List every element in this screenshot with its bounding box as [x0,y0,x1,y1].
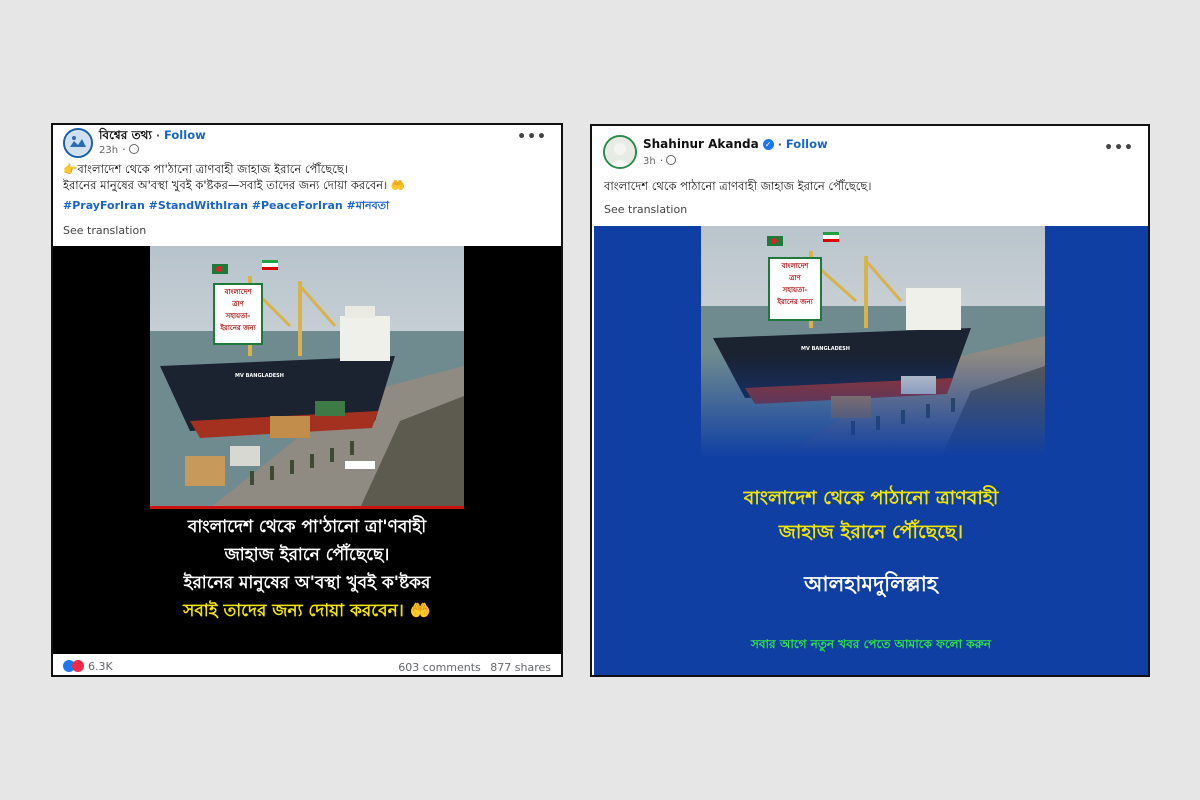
post-time[interactable]: 3h [643,156,656,167]
banner-line: বাংলাদেশ [781,262,809,270]
post-text: 👉বাংলাদেশ থেকে পা'ঠানো ত্রাণবাহী জাহাজ ই… [53,159,561,193]
ship-banner: বাংলাদেশ ত্রাণ সহায়তা- ইরানের জন্য [214,286,262,334]
banner-line: ত্রাণ [232,300,244,308]
banner-line: সহায়তা- [225,312,251,320]
relief-ship-photo: MV BANGLADESH বাংলাদেশ ত্রাণ সহায়তা- ইর… [701,226,1045,458]
banner-line: সহায়তা- [782,286,808,294]
banner-line: ইরানের জন্য [220,324,256,332]
post-image[interactable]: MV BANGLADESH বাংলাদেশ ত্রাণ সহায়তা- ইর… [594,226,1148,675]
ship-banner: বাংলাদেশ ত্রাণ সহায়তা- ইরানের জন্য [769,260,821,308]
image-caption-line: সবাই তাদের জন্য দোয়া করবেন। 🤲 [183,601,431,621]
image-caption-line: বাংলাদেশ থেকে পাঠানো ত্রাণবাহী [743,487,999,509]
post-text-line: 👉বাংলাদেশ থেকে পা'ঠানো ত্রাণবাহী জাহাজ ই… [63,162,348,176]
right-facebook-post: Shahinur Akanda ✓ · Follow 3h · ••• বাংলাদেশ… [590,124,1150,677]
reactions[interactable]: 6.3K [63,660,113,675]
shares-count[interactable]: 877 shares [490,661,551,674]
red-divider [150,506,464,509]
comments-count[interactable]: 603 comments [398,661,480,674]
image-caption-line: জাহাজ ইরানে পৌঁছেছে। [778,521,964,543]
left-facebook-post: বিশ্বের তথ্য · Follow 23h · ••• 👉বাংলাদেশ থ… [51,123,563,677]
post-header: Shahinur Akanda ✓ · Follow 3h · ••• [592,126,1148,169]
page-avatar[interactable] [63,128,93,158]
relief-ship-photo: MV BANGLADESH বাংলাদেশ ত্রাণ সহায়তা- ইর… [150,246,464,508]
banner-line: ত্রাণ [789,274,801,282]
profile-name[interactable]: Shahinur Akanda [643,137,759,151]
love-icon [72,660,84,672]
globe-icon [128,144,139,154]
banner-line: বাংলাদেশ [224,288,252,296]
ship-name-text: MV BANGLADESH [235,373,284,379]
reactions-count: 6.3K [88,660,113,673]
banner-line: ইরানের জন্য [777,298,813,306]
page-name[interactable]: বিশ্বের তথ্য [99,128,152,142]
see-translation-link[interactable]: See translation [604,203,687,216]
image-caption-line: ইরানের মানুষের অ'বস্থা খুবই ক'ষ্টকর [183,573,431,593]
image-caption-line: বাংলাদেশ থেকে পা'ঠানো ত্রা'ণবাহী [187,517,427,537]
post-text-line: ইরানের মানুষের অ'বস্থা খুবই ক'ষ্টকর—সবাই… [63,178,406,192]
image-caption-line: সবার আগে নতুন খবর পেতে আমাকে ফলো করুন [750,637,992,651]
follow-button[interactable]: Follow [786,137,828,151]
follow-button[interactable]: Follow [164,128,206,142]
ellipsis-icon[interactable]: ••• [517,129,547,145]
hashtags[interactable]: #PrayForIran #StandWithIran #PeaceForIra… [53,193,561,216]
post-footer: 6.3K 603 comments 877 shares [53,655,561,675]
post-text: বাংলাদেশ থেকে পাঠানো ত্রাণবাহী জাহাজ ইরা… [604,179,872,193]
globe-icon [666,155,677,165]
post-image[interactable]: MV BANGLADESH বাংলাদেশ ত্রাণ সহায়তা- ইর… [53,246,561,654]
verified-badge-icon: ✓ [762,139,774,150]
post-time[interactable]: 23h [99,145,118,156]
post-header: বিশ্বের তথ্য · Follow 23h · ••• [53,125,561,159]
image-caption-line: আলহামদুলিল্লাহ [804,572,938,596]
see-translation-link[interactable]: See translation [53,216,561,237]
image-caption-line: জাহাজ ইরানে পৌঁছেছে। [224,545,390,565]
profile-avatar[interactable] [603,135,637,169]
ship-name-text: MV BANGLADESH [801,346,850,352]
ellipsis-icon[interactable]: ••• [1104,140,1134,156]
